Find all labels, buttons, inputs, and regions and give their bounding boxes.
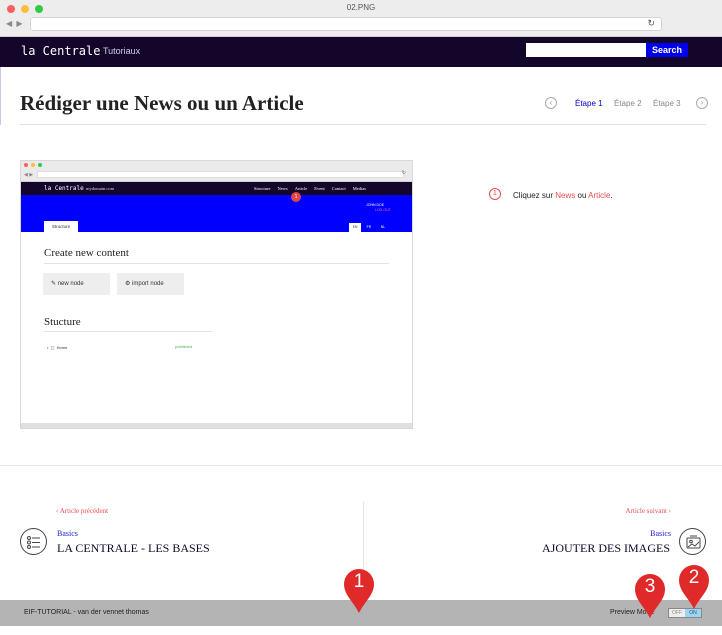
window-title: 02.PNG	[346, 3, 376, 12]
screenshot-import-node-label: import node	[132, 281, 164, 287]
screenshot-menu-event: Event	[314, 186, 325, 191]
screenshot-back-forward-icon: ◀ ▶	[24, 172, 34, 178]
search-input[interactable]	[526, 43, 646, 57]
screenshot-minimize-dot	[31, 163, 35, 167]
instruction-text: Cliquez sur News ou Article.	[513, 191, 613, 200]
screenshot-reload-icon: ↻	[401, 170, 406, 176]
brand-logo[interactable]: la Centrale	[21, 44, 100, 58]
screenshot-callout-marker: 1	[291, 192, 301, 202]
screenshot-menu: Structure News Article Event Contact Med…	[254, 186, 366, 191]
screenshot-tree-item-label: Home	[56, 345, 68, 350]
screenshot-language-switcher: EN FR NL	[349, 223, 389, 232]
step-3[interactable]: Étape 3	[653, 99, 681, 108]
footer-credit: EIF-TUTORIAL - van der vennet thomas	[24, 609, 149, 616]
screenshot-new-node-button: ✎ new node	[43, 273, 110, 295]
toggle-off-option[interactable]: OFF	[669, 609, 685, 617]
screenshot-address-bar	[37, 171, 404, 178]
instruction-number: 1	[489, 188, 501, 200]
reload-icon[interactable]: ↻	[647, 18, 655, 29]
step-navigation: ‹ Étape 1 Étape 2 Étape 3 ›	[544, 97, 712, 111]
screenshot-logout: LOG OUT	[375, 208, 391, 212]
screenshot-lang-fr: FR	[366, 225, 372, 229]
screenshot-status-badge: published	[175, 344, 193, 349]
screenshot-content: Create new content ✎ new node ⚙ import n…	[21, 232, 412, 428]
instruction-prefix: Cliquez sur	[513, 191, 556, 200]
previous-article-title[interactable]: LA CENTRALE - LES BASES	[57, 541, 210, 556]
screenshot-header-band: JOHN DOE LOG OUT Structure EN FR NL	[21, 195, 412, 232]
screenshot-import-node-button: ⚙ import node	[117, 273, 184, 295]
next-article-link[interactable]: Article suivant ›	[626, 507, 672, 515]
screenshot-menu-structure: Structure	[254, 186, 271, 191]
instruction-article: Article	[588, 191, 611, 200]
screenshot-user-name: JOHN DOE	[366, 203, 385, 207]
next-step-icon[interactable]: ›	[696, 97, 708, 109]
screenshot-browser-chrome: ◀ ▶ ↻	[21, 161, 412, 182]
screenshot-window-controls	[24, 163, 42, 167]
screenshot-divider	[44, 263, 389, 264]
tutorial-screenshot: ◀ ▶ ↻ la Centrale mydomain.com Structure…	[20, 160, 413, 429]
screenshot-navigation: la Centrale mydomain.com Structure News …	[21, 182, 412, 195]
screenshot-footer	[21, 423, 412, 428]
step-1[interactable]: Étape 1	[575, 99, 603, 108]
page-title: Rédiger une News ou un Article	[20, 91, 304, 115]
screenshot-lang-nl: NL	[380, 225, 386, 229]
screenshot-menu-news: News	[277, 186, 288, 191]
callout-pin-1: 1	[342, 568, 376, 614]
left-edge-line	[0, 67, 1, 125]
instruction-mid: ou	[575, 191, 589, 200]
screenshot-lang-en: EN	[349, 223, 361, 232]
screenshot-zoom-dot	[38, 163, 42, 167]
screenshot-heading-structure: Stucture	[44, 316, 81, 328]
screenshot-new-node-label: new node	[57, 281, 84, 287]
screenshot-tree-item: • ▢ Home	[47, 345, 68, 350]
instruction-news: News	[555, 191, 576, 200]
screenshot-close-dot	[24, 163, 28, 167]
image-icon[interactable]	[679, 528, 706, 555]
previous-step-icon[interactable]: ‹	[545, 97, 557, 109]
screenshot-menu-contact: Contact	[331, 186, 346, 191]
previous-article-category[interactable]: Basics	[57, 529, 78, 538]
screenshot-menu-medias: Medias	[352, 186, 366, 191]
callout-pin-3-label: 3	[644, 576, 656, 597]
screenshot-divider	[44, 331, 212, 332]
screenshot-tab-structure: Structure	[44, 221, 78, 232]
callout-pin-1-label: 1	[353, 571, 365, 592]
next-article-title[interactable]: AJOUTER DES IMAGES	[542, 541, 670, 556]
instruction-suffix: .	[610, 191, 613, 200]
screenshot-brand: la Centrale	[44, 185, 84, 192]
callout-pin-3: 3	[633, 573, 667, 619]
browser-chrome: 02.PNG ◀ ▶ ↻	[0, 0, 722, 37]
callout-pin-2: 2	[677, 564, 711, 610]
next-article-category[interactable]: Basics	[650, 529, 671, 538]
search-button[interactable]: Search	[646, 43, 688, 57]
callout-pin-2-label: 2	[688, 567, 700, 588]
step-2[interactable]: Étape 2	[614, 99, 642, 108]
bottom-divider	[0, 465, 722, 466]
list-icon[interactable]	[20, 528, 47, 555]
screenshot-menu-article: Article	[294, 186, 308, 191]
nav-link-tutoriaux[interactable]: Tutoriaux	[103, 46, 140, 56]
screenshot-heading-create: Create new content	[44, 247, 129, 259]
title-divider	[20, 124, 706, 125]
address-bar[interactable]: ↻	[30, 17, 662, 31]
back-forward-icon[interactable]: ◀ ▶	[6, 19, 24, 28]
toggle-on-option[interactable]: ON	[685, 609, 701, 617]
previous-article-link[interactable]: ‹ Article précédent	[56, 507, 108, 515]
top-navigation: la Centrale Tutoriaux Search	[0, 37, 722, 67]
screenshot-domain: mydomain.com	[86, 186, 115, 191]
